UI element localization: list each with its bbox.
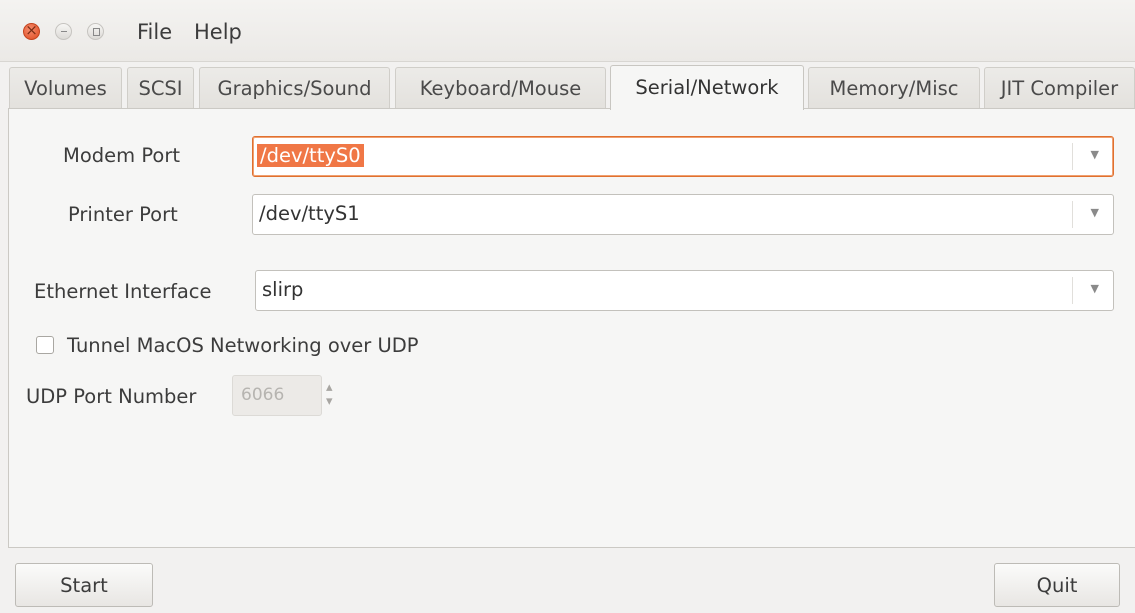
modem-port-combo[interactable]: /dev/ttyS0 ▼: [252, 136, 1114, 177]
preferences-window: File Help Volumes SCSI Graphics/Sound Ke…: [0, 0, 1135, 613]
udp-port-field: 6066: [232, 375, 322, 416]
printer-port-label: Printer Port: [68, 203, 178, 226]
tab-bar: Volumes SCSI Graphics/Sound Keyboard/Mou…: [0, 65, 1135, 110]
tab-memory-misc[interactable]: Memory/Misc: [808, 67, 980, 109]
combo-separator: [1072, 143, 1073, 170]
stepper-arrows-icon: ▴ ▾: [326, 380, 333, 409]
quit-button[interactable]: Quit: [994, 563, 1120, 607]
close-icon[interactable]: [23, 21, 40, 40]
udp-port-label: UDP Port Number: [26, 385, 197, 408]
chevron-down-icon[interactable]: ▼: [1091, 206, 1099, 219]
printer-port-value[interactable]: /dev/ttyS1: [259, 202, 360, 225]
printer-port-combo[interactable]: /dev/ttyS1 ▼: [252, 194, 1114, 235]
tab-serial-network[interactable]: Serial/Network: [610, 65, 804, 110]
title-bar: File Help: [0, 0, 1135, 62]
udp-port-value: 6066: [241, 385, 285, 405]
modem-port-value[interactable]: /dev/ttyS0: [257, 144, 364, 167]
tab-jit-compiler[interactable]: JIT Compiler: [984, 67, 1135, 109]
modem-port-label: Modem Port: [63, 144, 180, 167]
start-button[interactable]: Start: [15, 563, 153, 607]
tab-keyboard-mouse[interactable]: Keyboard/Mouse: [395, 67, 606, 109]
maximize-icon[interactable]: [87, 23, 104, 40]
combo-separator: [1072, 201, 1073, 228]
ethernet-interface-value[interactable]: slirp: [262, 278, 303, 301]
tunnel-udp-label[interactable]: Tunnel MacOS Networking over UDP: [67, 334, 419, 357]
chevron-down-icon[interactable]: ▼: [1091, 282, 1099, 295]
chevron-down-icon[interactable]: ▼: [1091, 148, 1099, 161]
udp-port-spinbox: 6066 ▴ ▾: [232, 375, 342, 416]
ethernet-interface-combo[interactable]: slirp ▼: [255, 270, 1114, 311]
combo-separator: [1072, 277, 1073, 304]
menu-help[interactable]: Help: [194, 20, 242, 44]
tab-graphics-sound[interactable]: Graphics/Sound: [199, 67, 390, 109]
minimize-icon[interactable]: [55, 23, 72, 40]
ethernet-interface-label: Ethernet Interface: [34, 280, 212, 303]
tab-volumes[interactable]: Volumes: [9, 67, 122, 109]
tab-scsi[interactable]: SCSI: [127, 67, 194, 109]
menu-file[interactable]: File: [137, 20, 172, 44]
tunnel-udp-checkbox[interactable]: [36, 336, 54, 354]
